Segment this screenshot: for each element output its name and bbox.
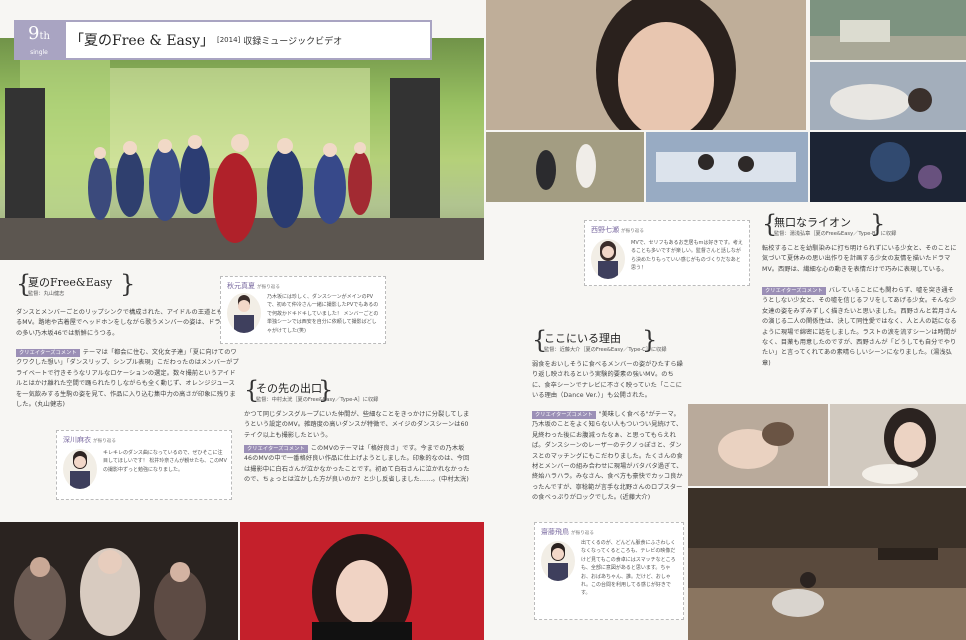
creator-comment: クリエイターズコメント テーマは「都会に住む、文化女子達」「夏に向けてのワクワクし… [16, 348, 240, 410]
director-credit: 監督：近藤大介［夏のFree&Easy／Type-C］に収録 [544, 347, 667, 353]
comment-text: "美味しく食べる"がテーマ。乃木坂のことをよく知らない人もついつい見続けて、見終… [532, 411, 683, 502]
eating-hands-photo [688, 404, 828, 486]
member-message: 出てくるのが、どんどん脈食にふさわしくなくなってくるところも、テレビの映像だけど… [581, 540, 676, 597]
section-title-summer: { 夏のFree&Easy 監督：丸山健志 } [16, 270, 136, 302]
member-portrait [591, 239, 625, 279]
single-label: single [30, 49, 48, 56]
section-heading: 夏のFree&Easy [28, 276, 113, 289]
creator-tag: クリエイターズコメント [16, 349, 80, 357]
creator-tag: クリエイターズコメント [762, 287, 826, 295]
member-message: 乃木坂には珍しく、ダンスシーンがメインのPVで、初めて仲冷さん一緒に撮影したPV… [267, 294, 379, 334]
creator-comment: クリエイターズコメント "美味しく食べる"がテーマ。乃木坂のことをよく知らない人も… [532, 410, 684, 504]
member-name: 西野七瀬 が振り返る [591, 226, 644, 234]
creator-comment: クリエイターズコメント バレていることにも関わらず、嘘を突き通そうとしない少女と、… [762, 286, 958, 369]
single-suffix: th [39, 31, 50, 42]
dance-group-photo [0, 522, 238, 640]
single-number: 9 [28, 23, 40, 44]
header-title-box: 「夏のFree & Easy」 [2014] 収録ミュージックビデオ [64, 20, 432, 60]
member-portrait [541, 541, 575, 581]
section-body: ダンスとメンバーごとのリップシンクで構成された、アイドルの王道とも言えるMV。路… [16, 309, 237, 337]
page-title: 「夏のFree & Easy」 [70, 33, 214, 49]
section-body: 弱食をおいしそうに食べるメンバーの姿がひたすら繰り返し映されるという実験的要素の… [532, 361, 683, 400]
dark-stage-photo [810, 132, 966, 202]
section-heading: 無口なライオン [774, 216, 851, 229]
classroom-photo [646, 132, 808, 202]
girls-on-grass-photo [486, 132, 644, 202]
member-portrait [63, 449, 97, 489]
section-body: 転校することを幼馴染みに打ち明けられずにいる少女と、そのことに気づいて夏休みの思… [762, 245, 957, 273]
eating-rice-photo [830, 404, 966, 486]
section-heading: ここにいる理由 [544, 332, 621, 345]
section-title-lion: { 無口なライオン } 監督：湯浅弘章［夏のFree&Easy／Type-B］に… [762, 210, 962, 242]
section-title-reason: { ここにいる理由 } 監督：近藤大介［夏のFree&Easy／Type-C］に… [532, 326, 712, 358]
comment-text: テーマは「都会に住む、文化女子達」「夏に向けてのワクワクした想い」「ダンスリップ… [16, 349, 239, 409]
member-card-saito: 齋藤飛鳥 が振り返る 出てくるのが、どんどん脈食にふさわしくなくなってくるところも… [534, 522, 684, 620]
section-title-exit: { その先の出口 } 監督：中村太洸［夏のFree&Easy／Type-A］に収… [244, 376, 384, 408]
member-name: 齋藤飛鳥 が振り返る [541, 528, 594, 536]
member-card-fukagawa: 深川麻衣 が振り返る キレキレのダンス曲になっているので、ぜひそこに注目してほしい… [56, 430, 232, 500]
member-message: キレキレのダンス曲になっているので、ぜひそこに注目してほしいです！ 松井玲奈さん… [103, 450, 227, 473]
japanese-room-photo [688, 488, 966, 640]
riverside-photo [810, 0, 966, 60]
member-name: 深川麻衣 が振り返る [63, 436, 116, 444]
section-body: かつて同じダンスグループにいた仲間が、些細なことをきっかけに分裂してしまうという… [244, 411, 470, 439]
member-name: 秋元真夏 が振り返る [227, 282, 280, 290]
hero-stage-photo [0, 38, 484, 260]
lying-down-photo [810, 62, 966, 130]
title-year: [2014] [217, 36, 241, 44]
director-credit: 監督：中村太洸［夏のFree&Easy／Type-A］に収録 [256, 397, 379, 403]
title-subtitle: 収録ミュージックビデオ [243, 36, 343, 47]
header-number-box: 9th single [14, 20, 64, 60]
brace-right: } [120, 270, 136, 298]
director-credit: 監督：湯浅弘章［夏のFree&Easy／Type-B］に収録 [774, 231, 897, 237]
creator-tag: クリエイターズコメント [244, 445, 308, 453]
member-card-nishino: 西野七瀬 が振り返る MVで、セリフもあるお芝居もmは好きです。考えることも多いで… [584, 220, 750, 286]
director-credit: 監督：丸山健志 [28, 291, 65, 297]
crying-closeup-photo [486, 0, 806, 130]
member-card-akimoto: 秋元真夏 が振り返る 乃木坂には珍しく、ダンスシーンがメインのPVで、初めて仲冷さ… [220, 276, 386, 344]
creator-tag: クリエイターズコメント [532, 411, 596, 419]
member-portrait [227, 293, 261, 333]
comment-text: バレていることにも関わらず、嘘を突き通そうとしない少女と、その嘘を信じるフリをし… [762, 287, 957, 367]
section-heading: その先の出口 [256, 382, 322, 395]
creator-comment: クリエイターズコメント このMVのテーマは「格好良さ」です。今までの乃木坂46のM… [244, 444, 470, 486]
member-message: MVで、セリフもあるお芝居もmは好きです。考えることも多いですが楽しい。監督さん… [631, 240, 743, 272]
portrait-red-bg-photo [240, 522, 484, 640]
